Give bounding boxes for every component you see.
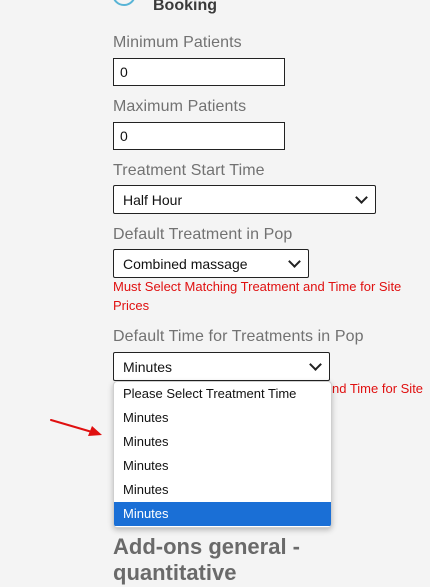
max-patients-label: Maximum Patients: [113, 98, 247, 115]
default-time-select[interactable]: Minutes: [113, 352, 330, 381]
dropdown-option[interactable]: Minutes: [114, 430, 331, 454]
default-time-value: Minutes: [123, 358, 173, 375]
default-treatment-label: Default Treatment in Pop: [113, 226, 293, 243]
default-time-error-partial: nd Time for Site: [332, 381, 424, 396]
treatment-start-select[interactable]: Half Hour: [113, 185, 376, 214]
dropdown-option-selected[interactable]: Minutes: [114, 502, 331, 526]
default-time-dropdown-list[interactable]: Please Select Treatment Time Minutes Min…: [113, 381, 332, 528]
default-treatment-select[interactable]: Combined massage: [113, 249, 309, 278]
dropdown-option[interactable]: Please Select Treatment Time: [114, 382, 331, 406]
dropdown-option[interactable]: Minutes: [114, 454, 331, 478]
dropdown-option[interactable]: Minutes: [114, 478, 331, 502]
default-treatment-value: Combined massage: [123, 255, 248, 272]
dropdown-option[interactable]: Minutes: [114, 406, 331, 430]
max-patients-input[interactable]: 0: [113, 122, 285, 150]
chevron-down-icon: [309, 358, 322, 371]
section-title-booking: Booking: [153, 0, 217, 14]
default-treatment-error-line1: Must Select Matching Treatment and Time …: [113, 279, 402, 294]
default-treatment-error-line2: Prices: [113, 298, 150, 313]
chevron-down-icon: [355, 191, 368, 204]
treatment-start-value: Half Hour: [123, 191, 183, 208]
addons-heading: Add-ons general -: [113, 534, 301, 559]
default-time-label: Default Time for Treatments in Pop: [113, 328, 364, 345]
treatment-start-label: Treatment Start Time: [113, 162, 265, 179]
min-patients-input[interactable]: 0: [113, 58, 285, 86]
red-arrow-icon: [50, 419, 102, 436]
chevron-down-icon: [288, 255, 301, 268]
circle-icon: [112, 0, 136, 6]
min-patients-label: Minimum Patients: [113, 34, 242, 51]
addons-heading-line2: quantitative: [113, 560, 237, 585]
